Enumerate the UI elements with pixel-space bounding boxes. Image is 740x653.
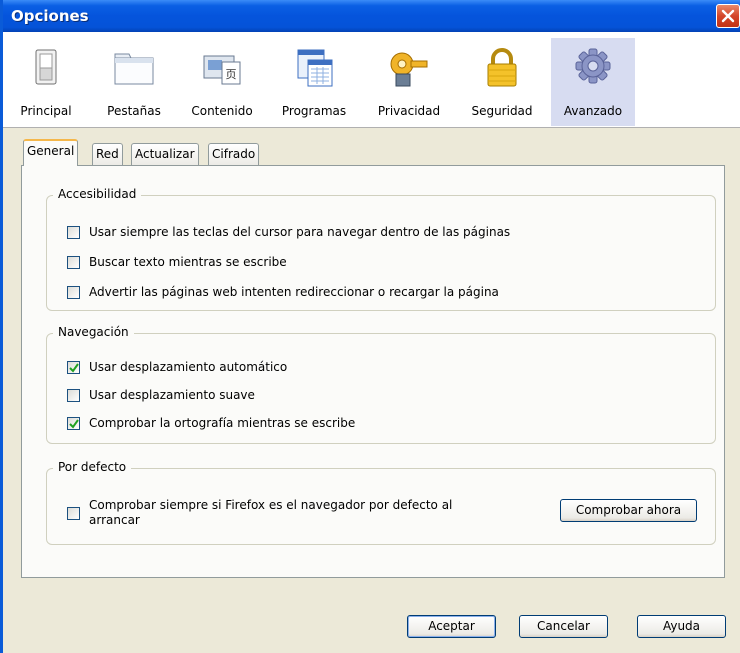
option-autoscroll[interactable]: Usar desplazamiento automático (67, 359, 287, 375)
checkbox-checked[interactable] (67, 360, 80, 374)
cancel-button[interactable]: Cancelar (519, 615, 608, 638)
toolbar-label: Pestañas (107, 104, 161, 118)
group-accesibilidad: Accesibilidad Usar siempre las teclas de… (46, 187, 716, 311)
check-now-button[interactable]: Comprobar ahora (560, 499, 697, 522)
programs-icon (297, 49, 333, 87)
checkbox-checked[interactable] (67, 416, 80, 430)
group-title: Accesibilidad (53, 187, 142, 201)
option-label: Comprobar siempre si Firefox es el naveg… (89, 498, 452, 528)
option-label: Usar siempre las teclas del cursor para … (89, 225, 511, 239)
tab-cifrado[interactable]: Cifrado (208, 143, 260, 165)
option-warn-redirect[interactable]: Advertir las páginas web intenten redire… (67, 284, 499, 300)
ok-button[interactable]: Aceptar (407, 615, 496, 638)
checkbox[interactable] (67, 225, 80, 239)
group-por-defecto: Por defecto Comprobar siempre si Firefox… (46, 460, 716, 545)
options-dialog: Opciones Principal Pestañas 页 Contenido … (0, 0, 740, 653)
option-spellcheck[interactable]: Comprobar la ortografía mientras se escr… (67, 415, 355, 431)
toolbar-advanced[interactable]: Avanzado (551, 38, 635, 126)
checkbox[interactable] (67, 255, 80, 269)
option-smooth-scroll[interactable]: Usar desplazamiento suave (67, 387, 255, 403)
toolbar-label: Contenido (191, 104, 253, 118)
group-title: Por defecto (53, 460, 132, 474)
group-navegacion: Navegación Usar desplazamiento automátic… (46, 325, 716, 444)
help-button[interactable]: Ayuda (637, 615, 726, 638)
title-bar[interactable]: Opciones (3, 0, 740, 32)
checkbox[interactable] (67, 506, 80, 520)
checkmark-icon (69, 362, 79, 373)
checkmark-icon (69, 418, 79, 429)
tab-panel-general: Accesibilidad Usar siempre las teclas de… (21, 165, 725, 578)
checkbox[interactable] (67, 285, 80, 299)
preferences-toolbar: Principal Pestañas 页 Contenido Programas… (3, 32, 740, 128)
toolbar-label: Seguridad (471, 104, 533, 118)
svg-text:页: 页 (226, 68, 237, 81)
option-label-line1: Comprobar siempre si Firefox es el naveg… (89, 498, 453, 512)
option-label: Advertir las páginas web intenten redire… (89, 285, 499, 299)
privacy-icon (390, 52, 428, 87)
close-icon (721, 9, 735, 23)
toolbar-label: Programas (281, 104, 347, 118)
toolbar-security[interactable]: Seguridad (457, 42, 547, 120)
toolbar-label: Avanzado (563, 104, 623, 118)
option-label: Buscar texto mientras se escribe (89, 255, 287, 269)
option-label: Usar desplazamiento automático (89, 360, 288, 374)
option-label-line2: arrancar (89, 513, 140, 527)
content-icon: 页 (203, 55, 241, 85)
toolbar-principal[interactable]: Principal (5, 42, 87, 120)
toolbar-tabs[interactable]: Pestañas (93, 42, 175, 120)
toolbar-content[interactable]: 页 Contenido (179, 42, 265, 120)
toolbar-programs[interactable]: Programas (267, 42, 361, 120)
checkbox[interactable] (67, 388, 80, 402)
tab-actualizar[interactable]: Actualizar (131, 143, 199, 165)
toolbar-privacy[interactable]: Privacidad (365, 42, 453, 120)
tabs-icon (114, 53, 154, 85)
window-title: Opciones (11, 7, 89, 25)
option-label: Comprobar la ortografía mientras se escr… (89, 416, 356, 430)
option-label: Usar desplazamiento suave (89, 388, 255, 402)
option-find-as-you-type[interactable]: Buscar texto mientras se escribe (67, 254, 287, 270)
lock-icon (487, 48, 517, 87)
toolbar-label: Principal (20, 104, 72, 118)
tab-red[interactable]: Red (92, 143, 123, 165)
group-title: Navegación (53, 325, 134, 339)
toolbar-label: Privacidad (377, 104, 441, 118)
option-cursor-keys[interactable]: Usar siempre las teclas del cursor para … (67, 224, 510, 240)
gear-icon (575, 48, 611, 84)
option-default-browser[interactable]: Comprobar siempre si Firefox es el naveg… (67, 496, 452, 530)
close-button[interactable] (716, 4, 740, 28)
tab-general[interactable]: General (23, 139, 79, 166)
principal-icon (35, 49, 57, 85)
